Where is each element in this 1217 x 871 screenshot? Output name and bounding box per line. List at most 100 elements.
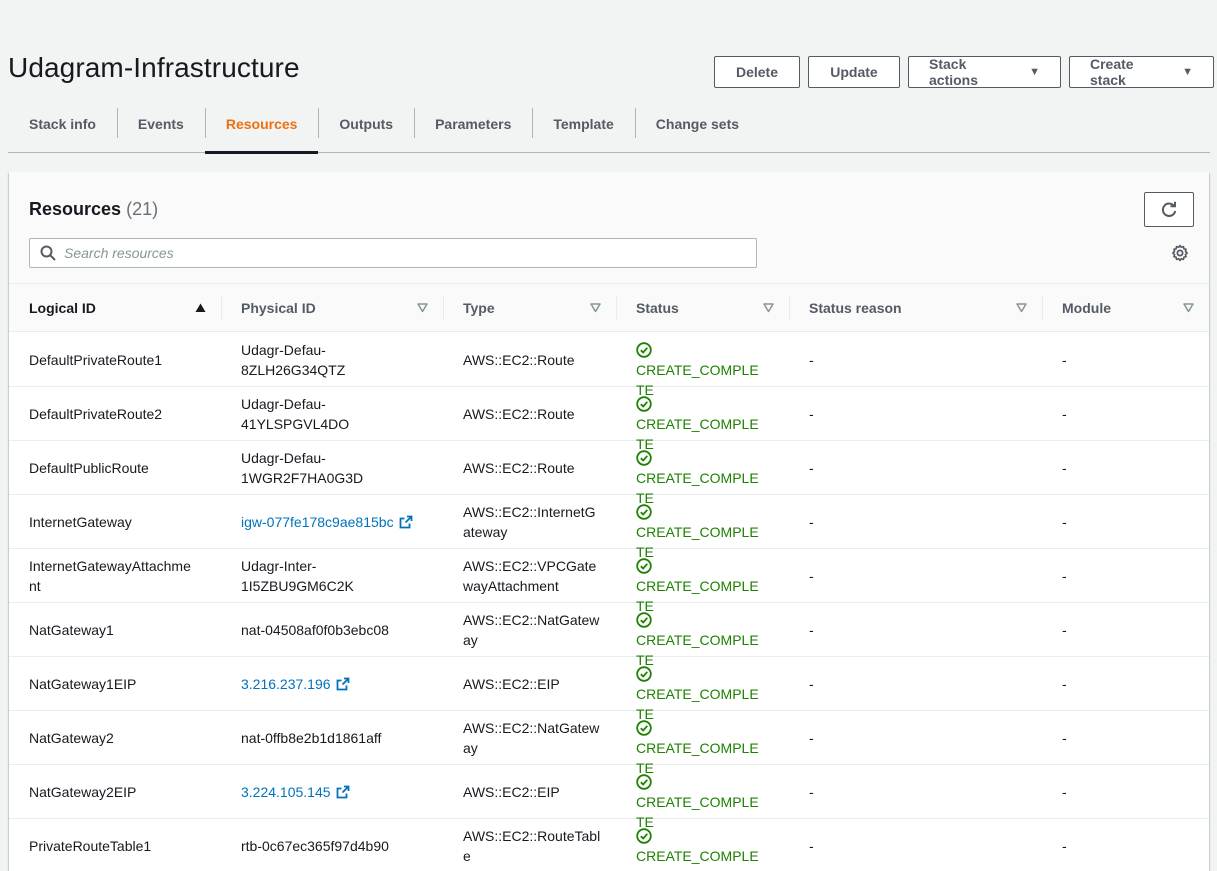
table-header: Logical ID Physical ID Type Status Statu… [9,284,1209,332]
status-reason-text: - [809,621,814,638]
column-label: Logical ID [29,300,96,316]
module-text: - [1062,729,1067,746]
success-check-icon [636,774,652,790]
search-input[interactable] [64,245,724,261]
cell-status: CREATE_COMPLETE [616,549,789,614]
stack-actions-button[interactable]: Stack actions ▼ [908,56,1061,88]
status-reason-text: - [809,351,814,368]
module-text: - [1062,675,1067,692]
module-text: - [1062,405,1067,422]
cell-module: - [1042,711,1209,764]
status-reason-text: - [809,783,814,800]
type-text: AWS::EC2::VPCGate [463,557,597,574]
resources-panel-header: Resources (21) [9,172,1209,284]
success-check-icon [636,720,652,736]
status-text: CREATE_COMPLE [636,686,759,702]
status-text: CREATE_COMPLE [636,470,759,486]
module-text: - [1062,351,1067,368]
physical-id-link[interactable]: igw-077fe178c9ae815bc [241,512,413,532]
cell-status-reason: - [789,495,1042,548]
cell-logical-id: DefaultPrivateRoute2 [9,387,221,440]
delete-button[interactable]: Delete [714,56,800,88]
status-text: CREATE_COMPLE [636,416,759,432]
cell-module: - [1042,441,1209,494]
resources-count: (21) [126,199,159,219]
cell-logical-id: DefaultPublicRoute [9,441,221,494]
module-text: - [1062,621,1067,638]
cell-physical-id: 3.224.105.145 [221,765,443,818]
type-text: ay [463,739,478,756]
stack-title: Udagram-Infrastructure [8,52,300,83]
type-text: AWS::EC2::Route [463,459,575,476]
cell-physical-id: nat-0ffb8e2b1d1861aff [221,711,443,764]
physical-id-text: Udagr-Defau- [241,341,326,358]
gear-icon[interactable] [1171,244,1189,262]
type-text: AWS::EC2::EIP [463,675,560,692]
module-text: - [1062,837,1067,854]
status-reason-text: - [809,675,814,692]
physical-id-text: 8ZLH26G34QTZ [241,361,346,378]
physical-id-text: nat-0ffb8e2b1d1861aff [241,729,382,746]
physical-id-link[interactable]: 3.216.237.196 [241,674,350,694]
tab-parameters[interactable]: Parameters [414,96,532,152]
column-header-type[interactable]: Type [443,284,616,332]
cell-module: - [1042,495,1209,548]
cell-physical-id: Udagr-Defau- 41YLSPGVL4DO [221,387,443,440]
tab-stack-info[interactable]: Stack info [8,96,117,152]
logical-id-text: DefaultPrivateRoute2 [29,405,163,422]
status-text: TE [636,866,777,871]
column-header-logical-id[interactable]: Logical ID [9,284,221,332]
physical-id-text: rtb-0c67ec365f97d4b90 [241,837,389,854]
logical-id-text: NatGateway1 [29,621,114,638]
cell-physical-id: 3.216.237.196 [221,657,443,710]
success-check-icon [636,342,652,358]
cell-module: - [1042,333,1209,386]
physical-id-link[interactable]: 3.224.105.145 [241,782,350,802]
success-check-icon [636,450,652,466]
success-check-icon [636,666,652,682]
cell-status: CREATE_COMPLETE [616,711,789,776]
module-text: - [1062,567,1067,584]
logical-id-text: NatGateway2 [29,729,114,746]
cell-status: CREATE_COMPLETE [616,495,789,560]
tab-events[interactable]: Events [116,96,205,152]
cell-module: - [1042,603,1209,656]
logical-id-text: InternetGateway [29,513,132,530]
cell-type: AWS::EC2::Route [443,333,616,386]
status-reason-text: - [809,513,814,530]
column-header-physical-id[interactable]: Physical ID [221,284,443,332]
column-header-module[interactable]: Module [1042,284,1209,332]
cell-status: CREATE_COMPLETE [616,603,789,668]
cell-status: CREATE_COMPLETE [616,441,789,506]
tab-resources[interactable]: Resources [204,96,319,154]
create-stack-button[interactable]: Create stack ▼ [1069,56,1214,88]
type-text: wayAttachment [463,577,559,594]
physical-id-text: 3.224.105.145 [241,783,331,800]
status-indicator: CREATE_COMPLE TE [636,826,777,871]
update-button-label: Update [830,64,878,80]
tab-outputs[interactable]: Outputs [318,96,414,152]
external-link-icon [336,677,349,690]
sort-ascending-icon [195,303,206,312]
success-check-icon [636,396,652,412]
cell-logical-id: InternetGateway [9,495,221,548]
logical-id-text: DefaultPublicRoute [29,459,149,476]
tab-change-sets[interactable]: Change sets [634,96,760,152]
cell-type: AWS::EC2::Route [443,387,616,440]
column-header-status-reason[interactable]: Status reason [789,284,1042,332]
physical-id-text: 3.216.237.196 [241,675,331,692]
resources-heading: Resources (21) [29,199,158,220]
column-label: Module [1062,300,1111,316]
tab-template[interactable]: Template [532,96,634,152]
stack-actions-bar: Delete Update Stack actions ▼ Create stac… [714,56,1214,88]
cell-type: AWS::EC2::Route [443,441,616,494]
success-check-icon [636,558,652,574]
module-text: - [1062,513,1067,530]
column-header-status[interactable]: Status [616,284,789,332]
refresh-button[interactable] [1144,192,1194,227]
status-text: CREATE_COMPLE [636,362,759,378]
sort-icon [417,303,428,313]
cell-status: CREATE_COMPLETE [616,657,789,722]
update-button[interactable]: Update [808,56,900,88]
cell-physical-id: rtb-0c67ec365f97d4b90 [221,819,443,871]
